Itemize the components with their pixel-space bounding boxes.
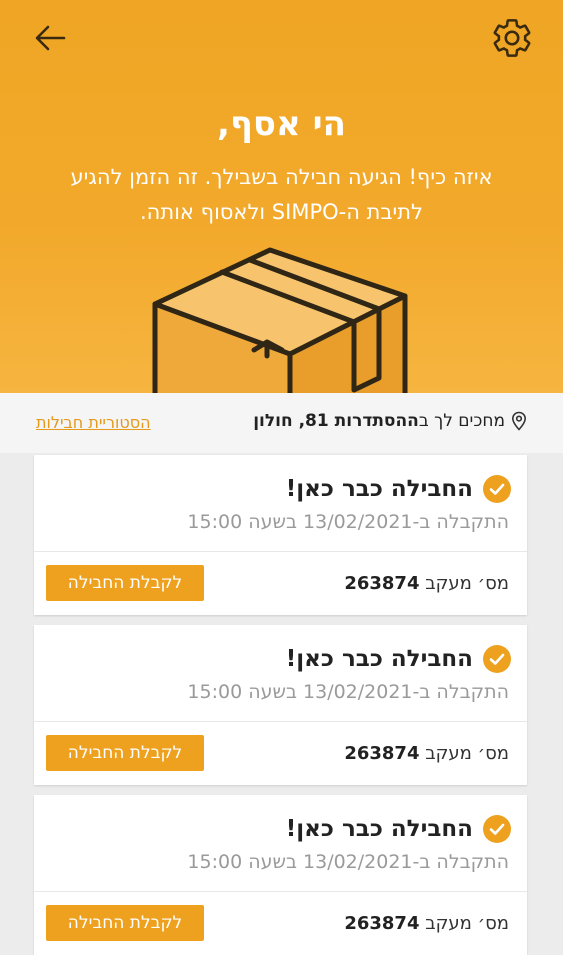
gear-icon bbox=[493, 19, 531, 57]
received-time: התקבלה ב-13/02/2021 בשעה 15:00 bbox=[187, 681, 509, 703]
tracking-label: מס׳ מעקב bbox=[425, 573, 509, 594]
receive-package-button[interactable]: לקבלת החבילה bbox=[46, 905, 204, 941]
greeting-title: הי אסף, bbox=[217, 104, 346, 144]
check-circle-icon bbox=[483, 645, 511, 673]
receive-package-button[interactable]: לקבלת החבילה bbox=[46, 565, 204, 601]
tracking-info: מס׳ מעקב 263874 bbox=[344, 573, 509, 594]
package-card: החבילה כבר כאן! התקבלה ב-13/02/2021 בשעה… bbox=[34, 455, 527, 615]
package-box-icon bbox=[152, 247, 408, 393]
pickup-location: מחכים לך בההסתדרות 81, חולון bbox=[253, 411, 527, 431]
tracking-label: מס׳ מעקב bbox=[425, 743, 509, 764]
top-bar bbox=[0, 0, 563, 80]
package-card: החבילה כבר כאן! התקבלה ב-13/02/2021 בשעה… bbox=[34, 795, 527, 955]
check-circle-icon bbox=[483, 815, 511, 843]
tracking-number: 263874 bbox=[344, 573, 420, 594]
arrival-message: איזה כיף! הגיעה חבילה בשבילך. זה הזמן לה… bbox=[70, 165, 493, 224]
package-title: החבילה כבר כאן! bbox=[285, 816, 473, 842]
divider bbox=[34, 551, 527, 552]
card-header: החבילה כבר כאן! bbox=[286, 645, 511, 673]
package-history-link[interactable]: הסטוריית חבילות bbox=[36, 413, 151, 432]
tracking-info: מס׳ מעקב 263874 bbox=[344, 743, 509, 764]
divider bbox=[34, 891, 527, 892]
tracking-info: מס׳ מעקב 263874 bbox=[344, 913, 509, 934]
received-time: התקבלה ב-13/02/2021 בשעה 15:00 bbox=[187, 851, 509, 873]
check-circle-icon bbox=[483, 475, 511, 503]
card-header: החבילה כבר כאן! bbox=[286, 815, 511, 843]
card-header: החבילה כבר כאן! bbox=[286, 475, 511, 503]
location-prefix: מחכים לך ב bbox=[418, 411, 505, 431]
tracking-label: מס׳ מעקב bbox=[425, 913, 509, 934]
settings-button[interactable] bbox=[490, 16, 534, 60]
location-address: ההסתדרות 81, חולון bbox=[253, 411, 419, 431]
tracking-number: 263874 bbox=[344, 743, 420, 764]
received-time: התקבלה ב-13/02/2021 בשעה 15:00 bbox=[187, 511, 509, 533]
package-card: החבילה כבר כאן! התקבלה ב-13/02/2021 בשעה… bbox=[34, 625, 527, 785]
tracking-number: 263874 bbox=[344, 913, 420, 934]
receive-package-button[interactable]: לקבלת החבילה bbox=[46, 735, 204, 771]
location-pin-icon bbox=[511, 411, 527, 431]
arrow-left-icon bbox=[35, 25, 66, 51]
package-title: החבילה כבר כאן! bbox=[285, 646, 473, 672]
hero-banner: הי אסף, איזה כיף! הגיעה חבילה בשבילך. זה… bbox=[0, 0, 563, 393]
divider bbox=[34, 721, 527, 722]
package-title: החבילה כבר כאן! bbox=[285, 476, 473, 502]
back-button[interactable] bbox=[30, 18, 70, 58]
location-bar: מחכים לך בההסתדרות 81, חולון הסטוריית חב… bbox=[0, 393, 563, 453]
